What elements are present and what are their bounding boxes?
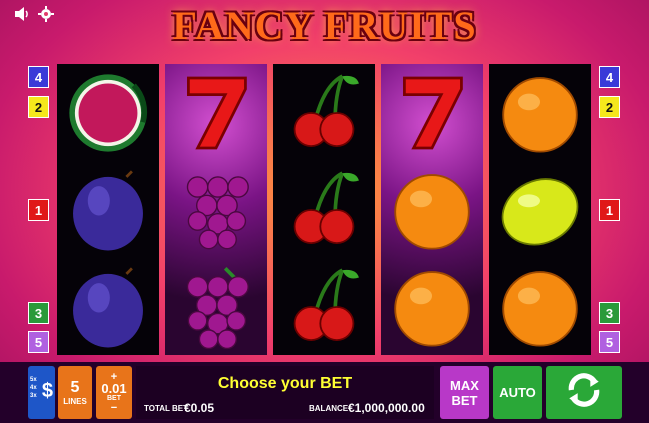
line-marker-left-4[interactable]: 4 <box>28 66 49 88</box>
reel-3 <box>273 64 375 355</box>
orange-symbol <box>489 258 591 355</box>
auto-label: AUTO <box>499 385 536 400</box>
seven-symbol <box>165 64 267 161</box>
plum-symbol <box>57 161 159 258</box>
line-marker-left-3[interactable]: 3 <box>28 302 49 324</box>
balance-value: €1,000,000.00 <box>348 401 425 415</box>
lines-value: 5 <box>70 379 80 396</box>
bet-value: 0.01 <box>101 381 127 396</box>
max-bet-label: BET <box>451 392 478 408</box>
bet-info-panel: Choose your BET TOTAL BET €0.05 BALANCE … <box>136 366 434 419</box>
max-bet-label: MAX <box>450 377 479 393</box>
reel-2 <box>165 64 267 355</box>
plum-symbol <box>57 258 159 355</box>
watermelon-symbol <box>57 64 159 161</box>
reel-area <box>57 64 593 355</box>
auto-button[interactable]: AUTO <box>493 366 542 419</box>
balance-label: BALANCE <box>309 404 349 413</box>
seven-symbol <box>381 64 483 161</box>
line-marker-right-2[interactable]: 2 <box>599 96 620 118</box>
spin-arrows-icon <box>563 369 605 416</box>
lines-label: LINES <box>63 397 87 406</box>
line-marker-right-4[interactable]: 4 <box>599 66 620 88</box>
total-bet-label: TOTAL BET <box>144 404 188 413</box>
paytable-label: 5x <box>30 377 37 383</box>
reel-5 <box>489 64 591 355</box>
total-bet-value: €0.05 <box>184 401 215 415</box>
orange-symbol <box>381 258 483 355</box>
game-title: FANCY FRUITS <box>172 3 477 48</box>
paytable-label: 4x <box>30 385 37 391</box>
reel-4 <box>381 64 483 355</box>
line-marker-right-1[interactable]: 1 <box>599 199 620 221</box>
spin-button[interactable] <box>546 366 622 419</box>
lines-button[interactable]: 5 LINES <box>58 366 92 419</box>
lemon-symbol <box>489 161 591 258</box>
paytable-button[interactable]: 5x 4x 3x $ <box>28 366 55 419</box>
status-message: Choose your BET <box>217 375 353 392</box>
line-marker-right-3[interactable]: 3 <box>599 302 620 324</box>
orange-symbol <box>489 64 591 161</box>
line-marker-right-5[interactable]: 5 <box>599 331 620 353</box>
cherries-symbol <box>273 64 375 161</box>
bet-decrease-button[interactable]: − <box>111 403 117 414</box>
dollar-icon: $ <box>41 380 53 402</box>
line-marker-left-2[interactable]: 2 <box>28 96 49 118</box>
max-bet-button[interactable]: MAX BET <box>440 366 489 419</box>
bet-button[interactable]: + 0.01 BET − <box>96 366 132 419</box>
grapes-symbol <box>165 258 267 355</box>
reel-1 <box>57 64 159 355</box>
orange-symbol <box>381 161 483 258</box>
line-marker-left-5[interactable]: 5 <box>28 331 49 353</box>
cherries-symbol <box>273 258 375 355</box>
grapes-symbol <box>165 161 267 258</box>
paytable-label: 3x <box>30 393 37 399</box>
line-marker-left-1[interactable]: 1 <box>28 199 49 221</box>
top-bar: FANCY FRUITS <box>0 0 649 60</box>
cherries-symbol <box>273 161 375 258</box>
